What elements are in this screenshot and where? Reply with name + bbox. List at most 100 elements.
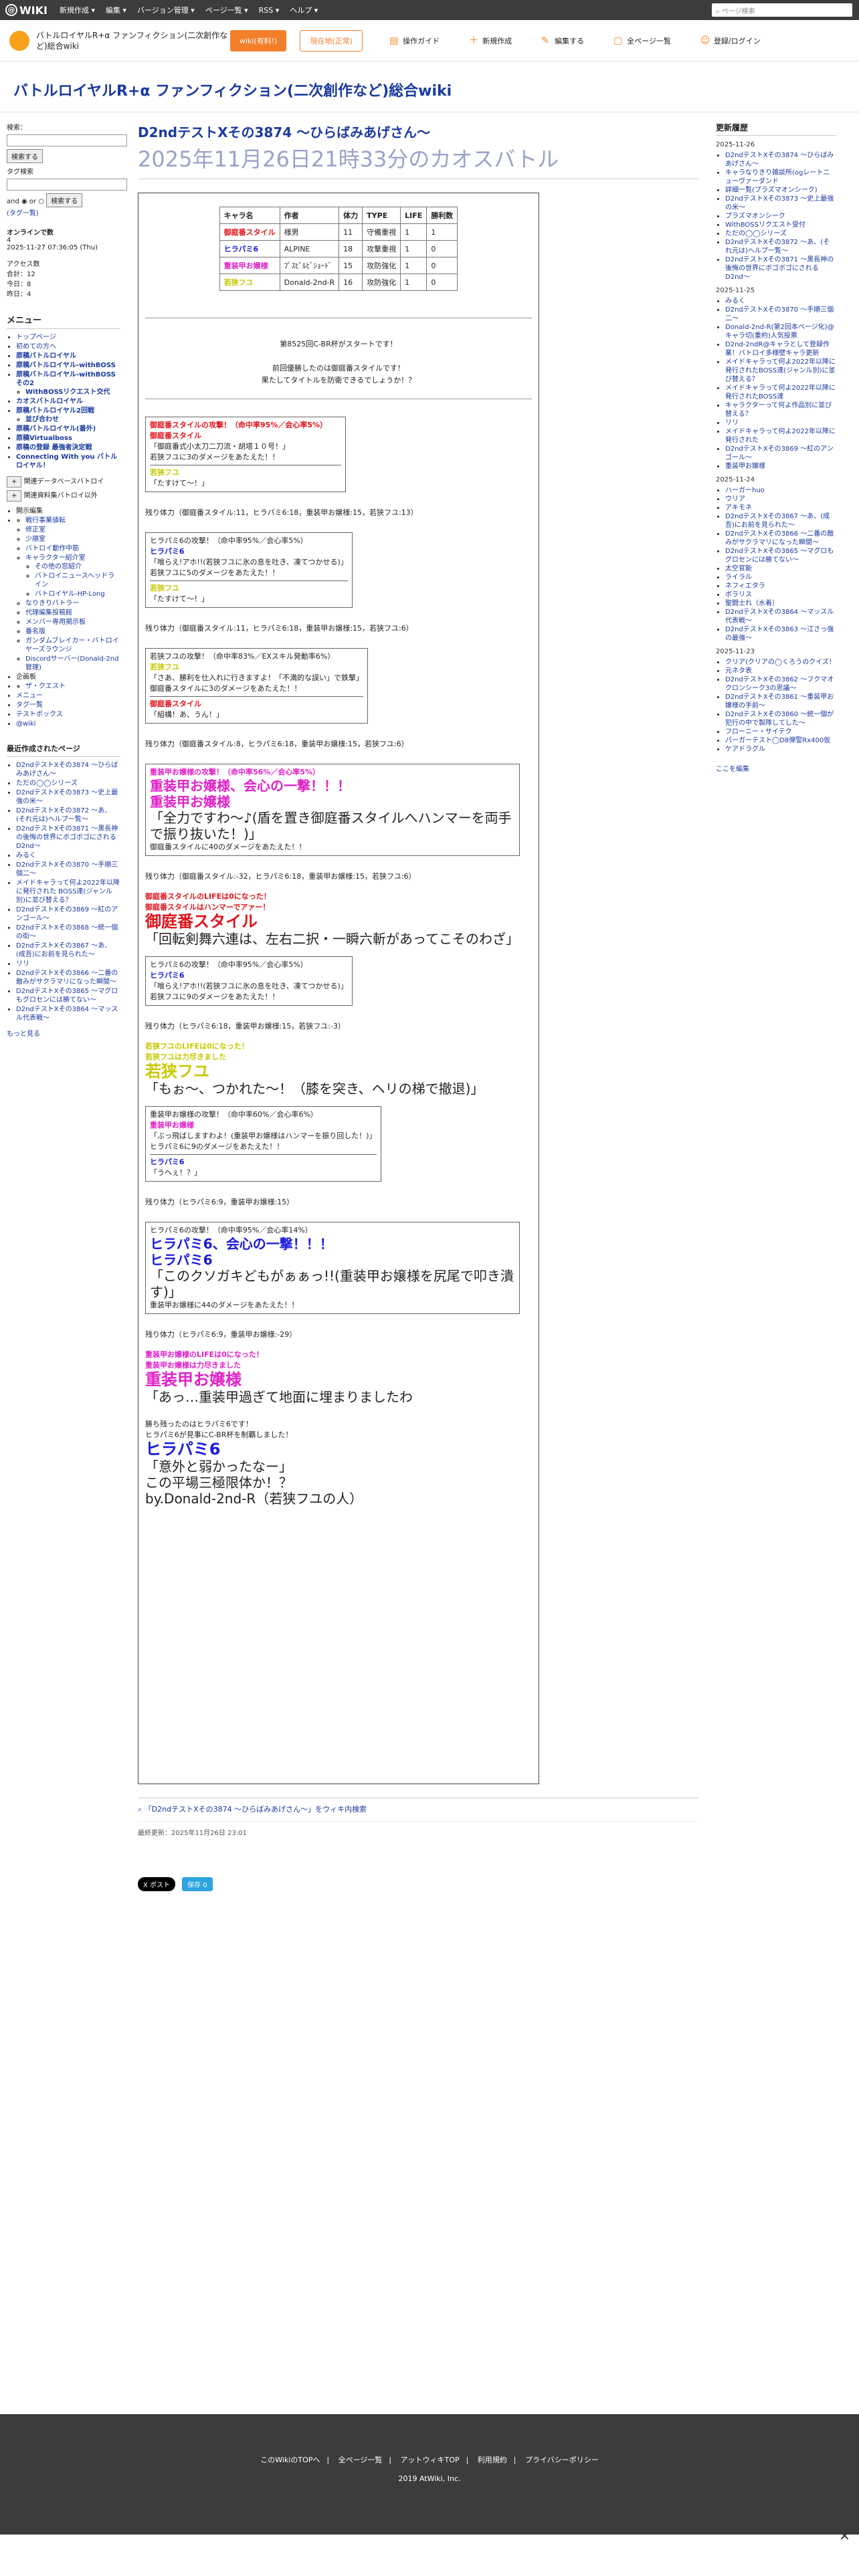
other-item[interactable]: メニュー [16, 692, 43, 700]
footer-link[interactable]: 利用規約 [478, 2456, 507, 2464]
menu-item[interactable]: カオスバトルロイヤル [16, 398, 83, 405]
history-item[interactable]: D2ndテストXその3873 〜史上最強の米〜 [725, 195, 834, 211]
history-item[interactable]: みるく [725, 298, 745, 305]
history-item[interactable]: D2ndテストXその3869 〜紅のアンゴール〜 [725, 445, 834, 461]
history-item[interactable]: 元ネタ表 [725, 667, 752, 675]
menu-pagelist[interactable]: ページ一覧 ▾ [205, 5, 248, 15]
allpages-link[interactable]: ▢ 全ページ一覧 [613, 35, 671, 46]
history-item[interactable]: WithBOSSリクエスト受付 [725, 221, 805, 229]
history-item[interactable]: D2ndテストXその3867 〜あ、(成吾)にお前を見られた〜 [725, 513, 830, 529]
menu-item[interactable]: 原稿の登録 最強者決定戦 [16, 444, 92, 451]
other-item[interactable]: タグ一覧 [16, 702, 43, 709]
edit-item[interactable]: バトロイ動作中筋 [25, 545, 79, 552]
history-item[interactable]: D2nd-2ndR@キャラとして登録作業！バトロイ多様壁キャラ更新 [725, 341, 830, 357]
edit-item[interactable]: 番名版 [25, 628, 45, 635]
menu-help[interactable]: ヘルプ ▾ [290, 5, 318, 15]
wiki-search-button[interactable]: 検索する [7, 149, 43, 163]
pro-button[interactable]: wiki(有料!) [230, 29, 287, 51]
footer-link[interactable]: このWikiのTOPへ [260, 2456, 320, 2464]
footer-link[interactable]: プライバシーポリシー [525, 2456, 599, 2464]
menu-item[interactable]: 原稿Virtualboss [16, 435, 72, 442]
menu-rss[interactable]: RSS ▾ [259, 6, 280, 15]
edit-item[interactable]: バトロイヤル-HP-Long [35, 591, 105, 598]
recent-item[interactable]: D2ndテストXその3874 〜ひらばみあげさん〜 [16, 762, 118, 778]
recent-item[interactable]: D2ndテストXその3865 〜マグロもグロセンには勝てない〜 [16, 988, 118, 1004]
menu-item[interactable]: 原稿バトルロイヤル-withBOSS [16, 362, 116, 369]
history-item[interactable]: D2ndテストXその3870 〜手順三個二〜 [725, 306, 834, 322]
history-item[interactable]: ただの◯◯シリーズ [725, 230, 787, 237]
menu-item[interactable]: トップページ [16, 334, 56, 341]
menu-item[interactable]: 初めての方へ [16, 343, 56, 350]
history-item[interactable]: キャラなりきり雑談所(ogレートニューヴァーダンド [725, 169, 830, 185]
site-title[interactable]: バトルロイヤルR+α ファンフィクション(二次創作など)総合wiki [0, 62, 859, 112]
menu-item[interactable]: 並び合わせ [25, 416, 59, 423]
other-item[interactable]: ザ・クエスト [25, 683, 66, 690]
other-item[interactable]: @wiki [16, 720, 36, 728]
recent-item[interactable]: D2ndテストXその3866 〜二番の敵みがサクラマリになった瞬間〜 [16, 970, 118, 986]
history-item[interactable]: フローニー・サイテク [725, 728, 792, 736]
recent-item[interactable]: メイドキャラって何よ2022年以降に発行された BOSS達(ジャンル別)に並び替… [16, 879, 120, 904]
edit-item[interactable]: メンバー専用掲示板 [25, 619, 86, 626]
history-item[interactable]: D2ndテストXその3872 〜あ、(それ元は)ヘルプ一覧〜 [725, 239, 830, 255]
history-item[interactable]: ケアドラグル [725, 746, 765, 753]
edit-item[interactable]: Discordサーバー(Donald-2nd管理) [25, 655, 118, 671]
history-item[interactable]: アキモネ [725, 504, 752, 512]
history-item[interactable]: D2ndテストXその3862 〜フクマオクロンシーク3の思議〜 [725, 676, 834, 692]
page-search-input[interactable]: ⌕ ページ検索 [712, 3, 852, 17]
menu-item[interactable]: 原稿バトルロイヤル2回戦 [16, 407, 94, 415]
edit-item[interactable]: バトロイニュースヘッドライン [35, 572, 114, 588]
edit-item[interactable]: 戦行事業値転 [25, 517, 66, 524]
tag-search-input[interactable] [7, 179, 127, 191]
recent-item[interactable]: D2ndテストXその3871 〜黒長神の後悔の世界にボゴボゴにされる D2nd〜 [16, 825, 118, 850]
history-item[interactable]: ライラル [725, 574, 752, 581]
expand-button[interactable]: + [7, 490, 22, 502]
bookmark-button[interactable]: 保存 0 [182, 1877, 213, 1891]
recent-item[interactable]: リリ [16, 960, 29, 968]
tag-search-button[interactable]: 検索する [46, 193, 83, 207]
footer-link[interactable]: アットウィキTOP [401, 2456, 460, 2464]
history-item[interactable]: D2ndテストXその3871 〜黒長神の後悔の世界にボゴボゴにされる D2nd〜 [725, 256, 834, 281]
history-item[interactable]: 重装甲お嬢様 [725, 463, 765, 470]
recent-item[interactable]: D2ndテストXその3869 〜紅のアンゴール〜 [16, 906, 118, 922]
tag-list-link[interactable]: (タグ一覧) [7, 207, 120, 217]
history-item[interactable]: メイドキャラって何よ2022年以降に発行された [725, 428, 836, 444]
history-item[interactable]: D2ndテストXその3861 〜重装甲お嬢様の手前〜 [725, 693, 834, 710]
sub-link[interactable]: 関連資料集バトロイ以外 [24, 492, 98, 500]
history-item[interactable]: ボラリス [725, 591, 752, 599]
guide-link[interactable]: ▤ 操作ガイド [389, 35, 440, 46]
login-link[interactable]: ☺ 登録/ログイン [700, 35, 761, 46]
recent-item[interactable]: D2ndテストXその3867 〜あ、(成吾)にお前を見られた〜 [16, 942, 111, 958]
history-item[interactable]: D2ndテストXその3874 〜ひらばみあげさん〜 [725, 152, 834, 168]
edit-item[interactable]: 修正室 [25, 526, 45, 534]
recent-item[interactable]: D2ndテストXその3870 〜手順三個二〜 [16, 861, 118, 877]
footer-link[interactable]: 全ページ一覧 [339, 2456, 383, 2464]
history-item[interactable]: プラズマオンシーク [725, 213, 785, 220]
recent-item[interactable]: D2ndテストXその3872 〜あ、(それ元は)ヘルプ一覧〜 [16, 807, 111, 823]
edit-here-link[interactable]: ここを編集 [716, 766, 749, 773]
history-item[interactable]: ネフィエタラ [725, 582, 765, 590]
edit-item[interactable]: 代理編集投稿館 [25, 609, 72, 617]
edit-item[interactable]: その他の窓紹介 [35, 563, 82, 570]
atwiki-logo[interactable]: @ WIKI [5, 4, 47, 17]
edit-link[interactable]: ✎ 編集する [541, 35, 584, 46]
more-link[interactable]: もっと見る [7, 1031, 40, 1038]
history-item[interactable]: D2ndテストXその3864 〜マッスル代表戦〜 [725, 609, 834, 625]
menu-version[interactable]: バージョン管理 ▾ [137, 5, 195, 15]
menu-item[interactable]: 原稿バトルロイヤル(番外) [16, 425, 96, 433]
recent-item[interactable]: ただの◯◯シリーズ [16, 780, 78, 787]
menu-item[interactable]: WithBOSSリクエスト交代 [25, 389, 110, 396]
history-item[interactable]: D2ndテストXその3865 〜マグロもグロセンには勝てない〜 [725, 548, 834, 564]
wiki-name[interactable]: バトルロイヤルR+α ファンフィクション(二次創作など)総合wiki [36, 30, 230, 51]
recent-item[interactable]: D2ndテストXその3873 〜史上最強の米〜 [16, 789, 118, 805]
recent-item[interactable]: D2ndテストXその3864 〜マッスル代表戦〜 [16, 1006, 118, 1022]
menu-edit[interactable]: 編集 ▾ [106, 5, 126, 15]
close-icon[interactable]: ✕ [839, 2528, 850, 2544]
history-item[interactable]: ウリア [725, 496, 745, 503]
history-item[interactable]: キャラクターって何よ作品別に並び替える？ [725, 402, 832, 418]
status-button[interactable]: 現在地(正常) [300, 29, 363, 51]
history-item[interactable]: メイドキャラって何よ2022年以降に発行されたBOSS達 [725, 385, 836, 401]
menu-item[interactable]: Connecting With you バトルロイヤル！ [16, 453, 117, 469]
edit-item[interactable]: 少順室 [25, 536, 45, 543]
history-item[interactable]: 詳細一覧(プラズマオンシーク) [725, 187, 818, 194]
menu-item[interactable]: 原稿バトルロイヤル [16, 352, 76, 360]
